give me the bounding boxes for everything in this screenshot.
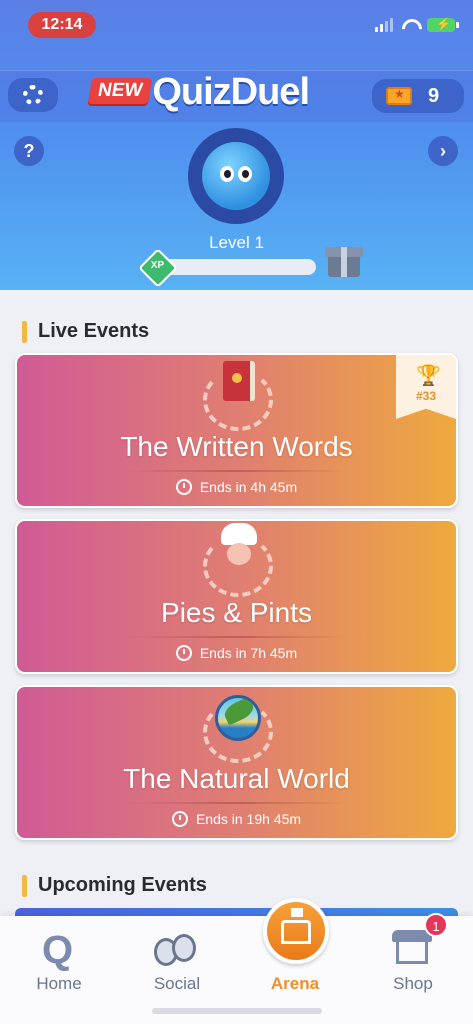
status-time: 12:14: [28, 12, 96, 38]
logo-text: QuizDuel: [152, 71, 310, 113]
event-title: Pies & Pints: [161, 597, 312, 628]
help-button[interactable]: ?: [14, 136, 44, 166]
ticket-icon: [386, 87, 412, 105]
live-events-heading: Live Events: [22, 320, 149, 343]
gear-icon: [23, 85, 43, 105]
gift-icon[interactable]: [324, 243, 364, 279]
settings-button[interactable]: [8, 78, 58, 112]
next-button[interactable]: ›: [428, 136, 458, 166]
event-title: The Natural World: [123, 763, 350, 794]
avatar[interactable]: [188, 128, 284, 224]
blue-blob-avatar-icon: [202, 142, 270, 210]
people-icon: [154, 932, 200, 968]
nav-shop[interactable]: Shop: [354, 916, 472, 1006]
signal-icon: [375, 18, 393, 32]
book-icon: [223, 361, 255, 401]
event-card-pies-pints[interactable]: Pies & Pints Ends in 7h 45m: [15, 519, 458, 674]
app-logo: NEW QuizDuel: [87, 71, 310, 114]
level-label: Level 1: [209, 233, 264, 252]
event-title: The Written Words: [120, 431, 353, 462]
globe-leaf-icon: [215, 695, 261, 741]
q-icon: Q: [42, 928, 74, 972]
nav-home[interactable]: Q Home: [0, 916, 118, 1006]
status-icons: ⚡: [375, 17, 459, 32]
shop-notification-badge: 1: [424, 913, 448, 937]
timer-icon: [175, 479, 192, 495]
timer-icon: [171, 811, 188, 827]
upcoming-events-heading: Upcoming Events: [22, 874, 207, 897]
xp-progress-bar: [158, 259, 316, 275]
event-time: Ends in 4h 45m: [17, 479, 456, 495]
timer-icon: [175, 645, 192, 661]
home-indicator: [152, 1008, 322, 1014]
tickets-button[interactable]: 9: [372, 79, 464, 113]
chef-icon: [221, 523, 257, 571]
event-time: Ends in 7h 45m: [17, 645, 456, 661]
nav-social[interactable]: Social: [118, 916, 236, 1006]
event-card-natural-world[interactable]: The Natural World Ends in 19h 45m: [15, 685, 458, 840]
rank-badge: 🏆 #33: [396, 355, 456, 419]
arena-icon[interactable]: [263, 898, 329, 964]
logo-new-tag: NEW: [87, 78, 153, 104]
event-time: Ends in 19h 45m: [17, 811, 456, 827]
trophy-icon: 🏆: [416, 365, 441, 387]
wifi-icon: [401, 19, 419, 31]
battery-icon: ⚡: [427, 17, 459, 32]
event-card-written-words[interactable]: 🏆 #33 The Written Words Ends in 4h 45m: [15, 353, 458, 508]
shop-icon: [392, 930, 432, 966]
ticket-count: 9: [428, 85, 440, 107]
